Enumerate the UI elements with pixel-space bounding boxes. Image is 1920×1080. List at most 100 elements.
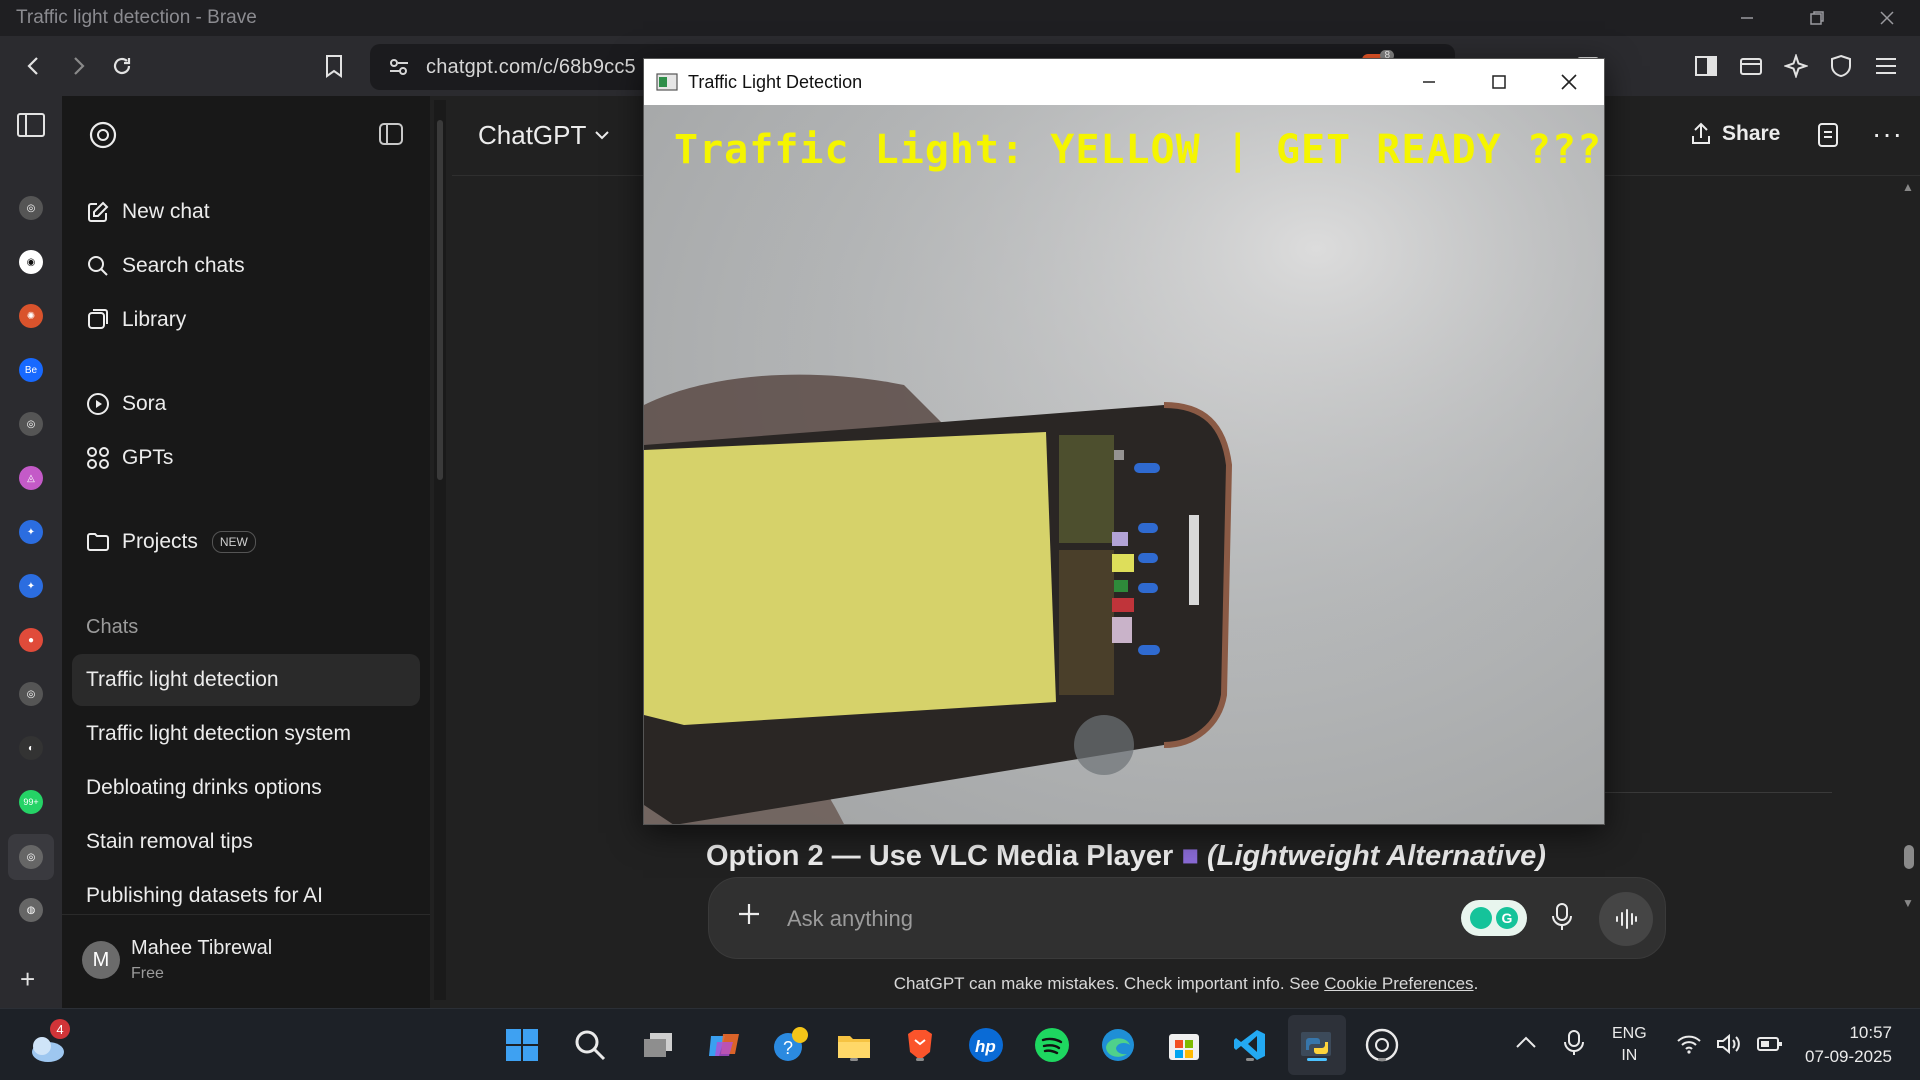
scroll-up-icon[interactable]: ▲ [1902, 180, 1914, 194]
chatgpt-favicon-icon-2[interactable]: ◎ [19, 412, 43, 436]
prompt-input[interactable] [787, 902, 1407, 936]
main-scroll-thumb[interactable] [1904, 845, 1914, 869]
reload-button[interactable] [102, 46, 142, 86]
clock[interactable]: 10:57 07-09-2025 [1805, 1021, 1892, 1069]
globe-icon[interactable]: ◍ [19, 898, 43, 922]
input-language-indicator[interactable]: ENG IN [1612, 1023, 1647, 1067]
disclaimer-end: . [1473, 974, 1479, 993]
minimize-button[interactable] [1712, 0, 1782, 36]
add-panel-icon[interactable]: + [20, 964, 35, 995]
library-icon [88, 309, 108, 329]
spotify-app-icon[interactable] [1032, 1025, 1072, 1065]
sidebar-scrollbar[interactable] [434, 100, 446, 1000]
file-explorer-app-icon[interactable] [834, 1025, 874, 1065]
leo-ai-button[interactable] [1776, 46, 1816, 86]
brave-favicon-icon[interactable]: ● [19, 628, 43, 652]
share-button[interactable]: Share [1690, 122, 1780, 146]
notification-badge: 4 [50, 1019, 70, 1039]
task-view-button[interactable] [638, 1025, 678, 1065]
canvas-button[interactable] [1816, 122, 1840, 153]
composer: G [708, 877, 1666, 959]
sidebar-scroll-thumb[interactable] [437, 120, 443, 480]
library-button[interactable]: Library [86, 298, 186, 342]
chatgpt-favicon-icon-3[interactable]: ◎ [19, 682, 43, 706]
python-app-icon[interactable] [1297, 1025, 1337, 1065]
vpn-button[interactable] [1821, 46, 1861, 86]
dictate-button[interactable] [1551, 902, 1573, 937]
close-sidebar-icon[interactable] [378, 122, 404, 151]
model-selector[interactable]: ChatGPT [478, 120, 610, 151]
maximize-icon [1492, 75, 1506, 89]
weather-widget-icon[interactable]: 4 [26, 1019, 70, 1067]
copilot-app-icon[interactable] [704, 1025, 744, 1065]
more-options-icon[interactable]: ··· [1872, 118, 1903, 150]
user-name: Mahee Tibrewal [131, 937, 273, 959]
minimize-icon [1423, 81, 1435, 83]
search-icon [575, 1030, 606, 1061]
openai-favicon-icon[interactable]: ◉ [19, 250, 43, 274]
gpts-button[interactable]: GPTs [86, 436, 173, 480]
microphone-tray-icon[interactable] [1563, 1029, 1585, 1062]
back-button[interactable] [14, 46, 54, 86]
add-attachment-icon[interactable] [735, 900, 763, 933]
running-indicator [1246, 1058, 1254, 1061]
vscode-app-icon[interactable] [1230, 1025, 1270, 1065]
wallet-button[interactable] [1731, 46, 1771, 86]
bookmark-button[interactable] [314, 46, 354, 86]
behance-favicon-icon[interactable]: Be [19, 358, 43, 382]
microsoft-store-app-icon[interactable] [1164, 1025, 1204, 1065]
sora-button[interactable]: Sora [86, 382, 166, 426]
user-profile[interactable]: M Mahee Tibrewal Free [62, 914, 430, 1008]
scroll-down-icon[interactable]: ▼ [1902, 896, 1914, 910]
get-help-app-icon[interactable]: ? [770, 1025, 810, 1065]
sidebar-toggle-button[interactable] [1686, 46, 1726, 86]
active-indicator [1307, 1058, 1327, 1061]
chatgpt-app-icon[interactable] [1362, 1025, 1402, 1065]
new-chat-button[interactable]: New chat [86, 190, 210, 234]
panel-toggle-icon[interactable] [16, 112, 46, 143]
chat-item-label: Publishing datasets for AI [86, 884, 323, 907]
show-hidden-icons-button[interactable] [1515, 1035, 1537, 1054]
chatgpt-favicon-active-icon[interactable]: ◎ [19, 845, 43, 869]
start-button[interactable] [502, 1025, 542, 1065]
restore-button[interactable] [1782, 0, 1852, 36]
projects-button[interactable]: Projects NEW [86, 520, 256, 564]
grammarly-button[interactable]: G [1461, 900, 1527, 936]
popup-minimize-button[interactable] [1394, 59, 1464, 105]
new-badge: NEW [211, 531, 256, 553]
edge-app-icon[interactable] [1098, 1025, 1138, 1065]
quick-settings-button[interactable] [1676, 1033, 1784, 1055]
chat-item-stain-removal[interactable]: Stain removal tips [72, 816, 420, 868]
app-favicon-icon[interactable]: ◬ [19, 466, 43, 490]
volume-icon [1717, 1033, 1740, 1055]
site-settings-icon[interactable] [388, 57, 410, 77]
popup-title-bar[interactable]: Traffic Light Detection [644, 59, 1604, 105]
github-favicon-icon[interactable]: ◐ [19, 736, 43, 760]
voice-mode-button[interactable] [1599, 892, 1653, 946]
figma-favicon-icon-2[interactable]: ✦ [19, 574, 43, 598]
running-indicator [850, 1058, 858, 1061]
close-window-button[interactable] [1852, 0, 1920, 36]
cookie-preferences-link[interactable]: Cookie Preferences [1324, 974, 1473, 993]
chatgpt-favicon-icon[interactable]: ◎ [19, 196, 43, 220]
popup-maximize-button[interactable] [1464, 59, 1534, 105]
browser-menu-button[interactable] [1866, 46, 1906, 86]
search-chats-button[interactable]: Search chats [86, 244, 245, 288]
openai-logo-icon[interactable] [86, 118, 120, 157]
search-taskbar-button[interactable] [570, 1025, 610, 1065]
hamburger-icon [1876, 58, 1896, 74]
microphone-icon [1552, 903, 1572, 930]
forward-button[interactable] [58, 46, 98, 86]
chat-item-debloating-drinks[interactable]: Debloating drinks options [72, 762, 420, 814]
popup-close-button[interactable] [1534, 59, 1604, 105]
arrow-right-icon [74, 57, 85, 75]
browser-title-bar: Traffic light detection - Brave [0, 0, 1920, 36]
figma-favicon-icon[interactable]: ✦ [19, 520, 43, 544]
claude-favicon-icon[interactable]: ✺ [19, 304, 43, 328]
brave-app-icon[interactable] [900, 1025, 940, 1065]
chat-item-traffic-light-detection[interactable]: Traffic light detection [72, 654, 420, 706]
hp-app-icon[interactable]: hp [966, 1025, 1006, 1065]
camera-feed: Traffic Light: YELLOW | GET READY ?????? [644, 105, 1604, 824]
whatsapp-favicon-icon[interactable]: 99+ [19, 790, 43, 814]
chat-item-traffic-light-detection-system[interactable]: Traffic light detection system [72, 708, 420, 760]
